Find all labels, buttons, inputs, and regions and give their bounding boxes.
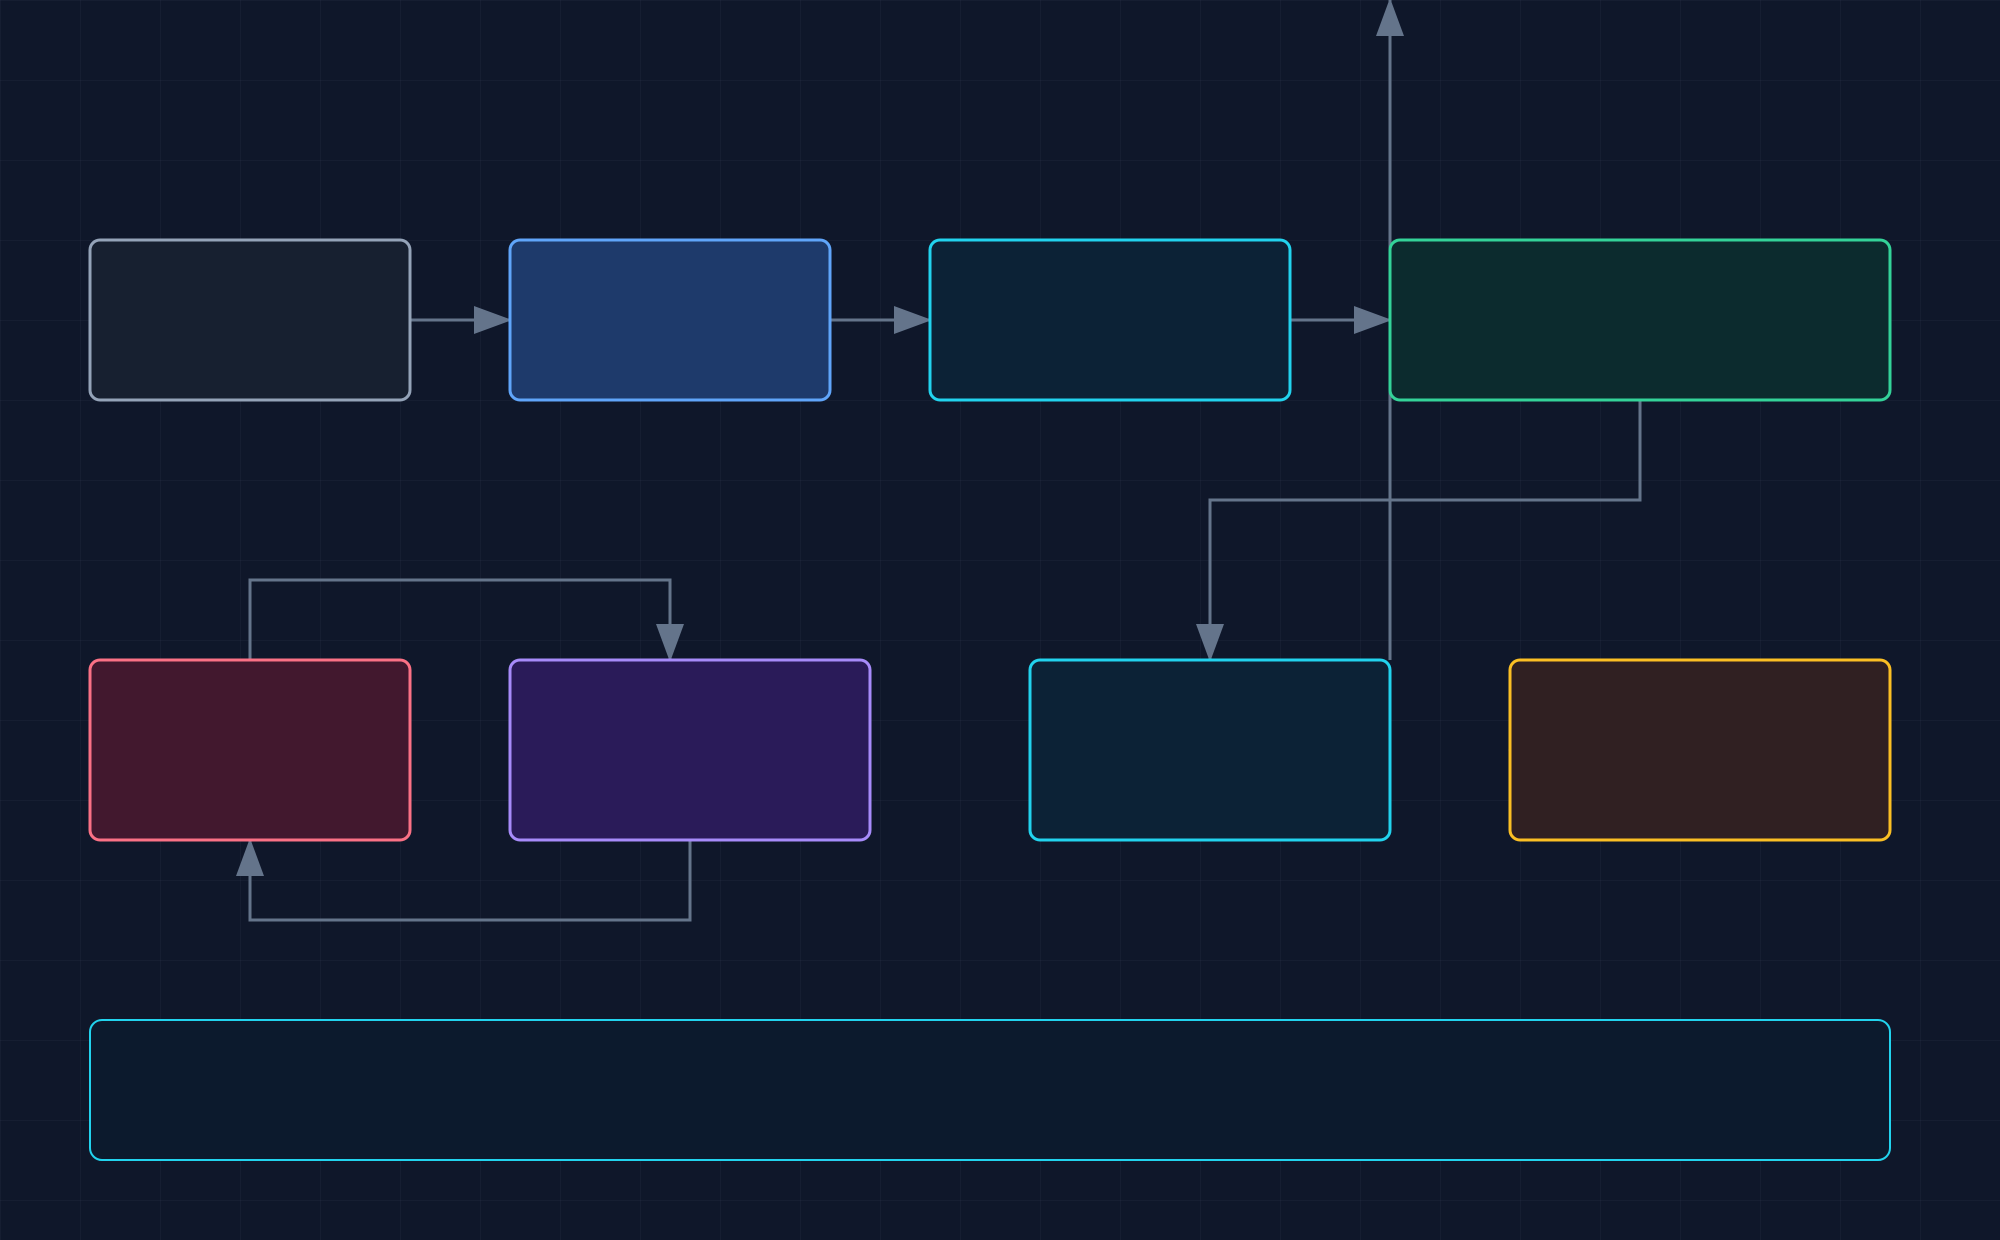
node-n1-box[interactable] bbox=[88, 238, 412, 402]
node-n2[interactable] bbox=[508, 238, 832, 402]
node-n3[interactable] bbox=[928, 238, 1292, 402]
node-n7-box[interactable] bbox=[1028, 658, 1392, 842]
node-n6-box[interactable] bbox=[508, 658, 872, 842]
edge-n6-n5 bbox=[236, 838, 692, 922]
node-n5[interactable] bbox=[88, 658, 412, 842]
edge-n4-n7 bbox=[1196, 400, 1642, 662]
node-n8-box[interactable] bbox=[1508, 658, 1892, 842]
node-n4[interactable] bbox=[1388, 238, 1892, 402]
nodes bbox=[88, 238, 1892, 1161]
diagram-svg bbox=[88, 0, 1892, 1161]
diagram-canvas bbox=[0, 0, 2000, 1240]
connectors bbox=[236, 0, 1642, 922]
node-n4-box[interactable] bbox=[1388, 238, 1892, 402]
node-n7[interactable] bbox=[1028, 658, 1392, 842]
node-n8[interactable] bbox=[1508, 658, 1892, 842]
node-n2-box[interactable] bbox=[508, 238, 832, 402]
node-n9-box[interactable] bbox=[89, 1019, 1891, 1161]
node-n3-box[interactable] bbox=[928, 238, 1292, 402]
node-n1[interactable] bbox=[88, 238, 412, 402]
edge-n5-n6 bbox=[248, 578, 684, 662]
node-n9[interactable] bbox=[89, 1019, 1891, 1161]
node-n6[interactable] bbox=[508, 658, 872, 842]
node-n5-box[interactable] bbox=[88, 658, 412, 842]
